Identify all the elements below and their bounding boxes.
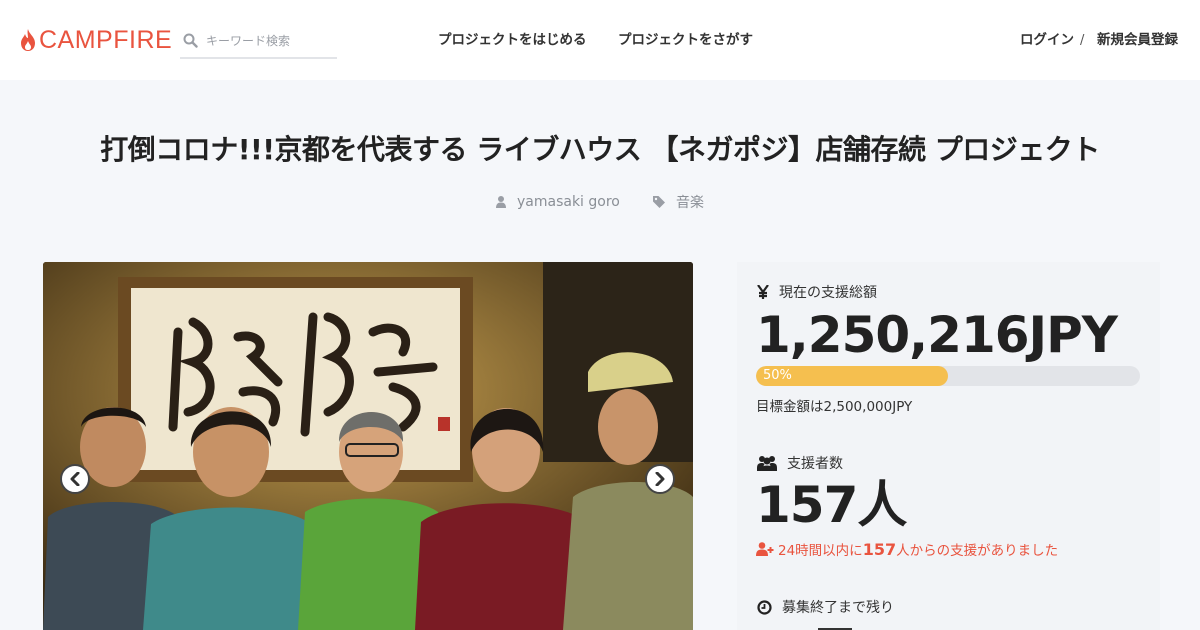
search-box	[180, 28, 337, 59]
recent-prefix: 24時間以内に	[778, 543, 863, 559]
users-icon	[757, 456, 777, 471]
nav-find-project[interactable]: プロジェクトをさがす	[618, 32, 753, 49]
project-title: 打倒コロナ!!!京都を代表する ライブハウス 【ネガポジ】店舗存続 プロジェクト	[100, 133, 1100, 166]
owner-name: yamasaki goro	[517, 194, 620, 210]
progress-bar: 50%	[756, 366, 1140, 386]
search-input[interactable]	[206, 33, 326, 48]
backers-label: 支援者数	[757, 453, 843, 473]
chevron-right-icon	[655, 472, 665, 486]
carousel-prev-button[interactable]	[60, 464, 90, 494]
amount-label-text: 現在の支援総額	[779, 285, 877, 301]
logo-text: CAMPFIRE	[39, 26, 173, 54]
backers-value: 157人	[756, 476, 907, 534]
project-image[interactable]	[43, 262, 693, 630]
flame-icon	[21, 29, 35, 51]
nav-separator: /	[1080, 33, 1085, 48]
user-icon	[496, 196, 506, 208]
project-category[interactable]: 音楽	[653, 192, 704, 212]
site-header: CAMPFIRE プロジェクトをはじめる プロジェクトをさがす ログイン / 新…	[0, 0, 1200, 80]
backers-label-text: 支援者数	[787, 456, 843, 472]
remaining-label-text: 募集終了まで残り	[782, 600, 894, 616]
amount-label: 現在の支援総額	[757, 282, 877, 302]
search-icon	[183, 33, 198, 48]
goal-amount: 目標金額は2,500,000JPY	[756, 399, 913, 415]
login-link[interactable]: ログイン	[1020, 32, 1074, 49]
chevron-left-icon	[70, 472, 80, 486]
band-photo	[43, 262, 693, 630]
nav-start-project[interactable]: プロジェクトをはじめる	[438, 32, 587, 49]
recent-count: 157	[862, 539, 897, 559]
amount-value: 1,250,216JPY	[756, 306, 1118, 364]
recent-suffix: 人からの支援がありました	[896, 543, 1059, 559]
tag-icon	[653, 196, 665, 208]
campfire-logo[interactable]: CAMPFIRE	[20, 26, 172, 54]
yen-icon	[757, 285, 769, 299]
category-name: 音楽	[676, 195, 704, 211]
progress-percent: 50%	[763, 368, 792, 383]
project-owner[interactable]: yamasaki goro	[496, 192, 620, 212]
carousel-next-button[interactable]	[645, 464, 675, 494]
recent-backers-notice: 24時間以内に 157 人からの支援がありました	[756, 539, 1058, 559]
remaining-label: 募集終了まで残り	[757, 597, 894, 617]
user-plus-icon	[756, 542, 774, 556]
funding-stats-panel: 現在の支援総額 1,250,216JPY 50% 目標金額は2,500,000J…	[737, 262, 1160, 630]
clock-icon	[757, 599, 772, 615]
signup-link[interactable]: 新規会員登録	[1097, 32, 1178, 49]
